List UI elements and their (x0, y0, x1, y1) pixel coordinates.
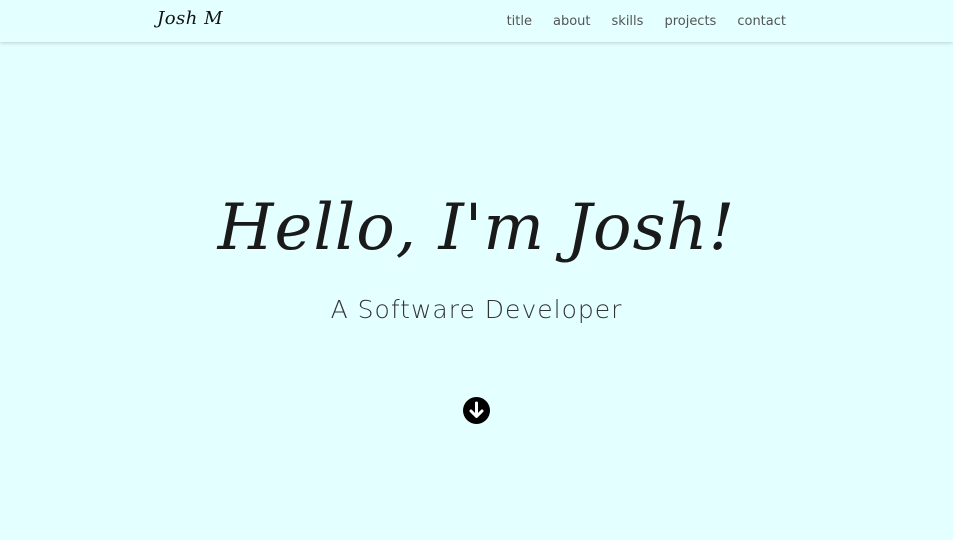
navbar: Josh M title about skills projects conta… (0, 0, 953, 42)
hero-title: Hello, I'm Josh! (217, 191, 736, 265)
arrow-down-circle-icon[interactable] (463, 397, 490, 424)
brand-logo[interactable]: Josh M (157, 8, 223, 29)
hero-subtitle: A Software Developer (330, 295, 623, 324)
nav-link-about[interactable]: about (553, 14, 591, 29)
nav-link-contact[interactable]: contact (737, 14, 786, 29)
nav-link-projects[interactable]: projects (664, 14, 716, 29)
nav-link-skills[interactable]: skills (612, 14, 644, 29)
nav-links: title about skills projects contact (486, 0, 786, 42)
nav-link-title[interactable]: title (507, 14, 532, 29)
